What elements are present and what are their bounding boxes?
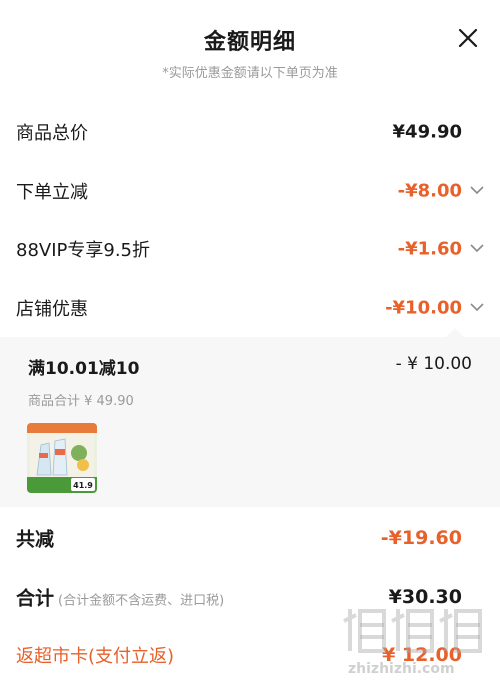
shop-discount-label: 店铺优惠	[16, 299, 88, 320]
goods-total-label: 商品总价	[16, 123, 88, 144]
chevron-up-icon[interactable]	[470, 302, 484, 312]
product-image: 41.9	[27, 423, 97, 493]
sum-label-group: 合计 (合计金额不含运费、进口税)	[16, 584, 224, 611]
shop-discount-value: -¥10.00	[385, 297, 462, 319]
order-discount-row[interactable]: 下单立减 -¥8.00	[0, 162, 500, 220]
goods-total-row: 商品总价 ¥49.90	[0, 103, 500, 161]
order-discount-label: 下单立减	[16, 182, 88, 203]
supermarket-card-row: 返超市卡(支付立返) ¥ 12.00	[0, 627, 500, 683]
total-reduction-row: 共减 -¥19.60	[0, 510, 500, 566]
sum-value: ¥30.30	[388, 586, 462, 608]
vip-discount-value: -¥1.60	[397, 238, 462, 260]
total-reduction-value: -¥19.60	[380, 527, 462, 549]
panel-caret	[446, 328, 464, 337]
sum-label: 合计	[16, 587, 55, 610]
sum-row: 合计 (合计金额不含运费、进口税) ¥30.30	[0, 569, 500, 625]
order-discount-value: -¥8.00	[397, 180, 462, 202]
promo-subtotal: 商品合计 ¥ 49.90	[28, 394, 134, 409]
close-icon[interactable]	[456, 26, 480, 50]
chevron-down-icon[interactable]	[470, 185, 484, 195]
thumb-price: 41.9	[73, 481, 93, 490]
chevron-down-icon[interactable]	[470, 243, 484, 253]
total-reduction-label: 共减	[16, 528, 55, 551]
vip-discount-label: 88VIP专享9.5折	[16, 240, 151, 261]
supermarket-card-value: ¥ 12.00	[382, 644, 462, 666]
goods-total-value: ¥49.90	[392, 121, 462, 143]
header: 金额明细 *实际优惠金额请以下单页为准	[0, 0, 500, 96]
shop-discount-detail-panel: 满10.01减10 - ¥ 10.00 商品合计 ¥ 49.90 41.9	[0, 328, 500, 507]
product-thumbnail[interactable]: 41.9	[27, 423, 97, 493]
vip-discount-row[interactable]: 88VIP专享9.5折 -¥1.60	[0, 220, 500, 278]
supermarket-card-label: 返超市卡(支付立返)	[16, 646, 175, 667]
shop-discount-row[interactable]: 店铺优惠 -¥10.00	[0, 279, 500, 337]
page-subtitle: *实际优惠金额请以下单页为准	[162, 66, 338, 81]
page-title: 金额明细	[203, 30, 296, 55]
promo-amount: - ¥ 10.00	[395, 354, 472, 374]
promo-title: 满10.01减10	[28, 359, 140, 379]
sum-note: (合计金额不含运费、进口税)	[58, 593, 225, 609]
